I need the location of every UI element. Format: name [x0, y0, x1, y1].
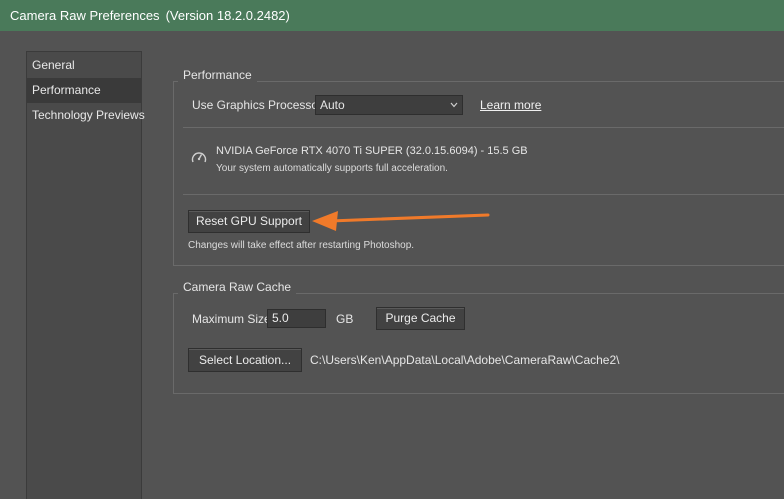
max-size-input[interactable]: 5.0 [267, 309, 326, 328]
sidebar-item-technology-previews[interactable]: Technology Previews [27, 103, 145, 128]
gpu-select[interactable]: Auto [315, 95, 463, 115]
performance-divider-top [183, 127, 784, 128]
purge-cache-button[interactable]: Purge Cache [376, 307, 465, 330]
reset-note: Changes will take effect after restartin… [188, 240, 415, 251]
cache-location-path: C:\Users\Ken\AppData\Local\Adobe\CameraR… [310, 353, 620, 367]
sidebar-item-general[interactable]: General [27, 53, 141, 78]
performance-group-title: Performance [178, 68, 257, 82]
annotation-arrow [312, 211, 490, 231]
max-size-unit: GB [336, 312, 354, 326]
max-size-label: Maximum Size: [192, 312, 275, 326]
gpu-select-value: Auto [320, 98, 345, 112]
learn-more-link[interactable]: Learn more [480, 98, 541, 112]
gpu-name: NVIDIA GeForce RTX 4070 Ti SUPER (32.0.1… [216, 145, 528, 157]
speedometer-icon [191, 152, 207, 163]
camera-raw-cache-group [173, 293, 784, 394]
gpu-label: Use Graphics Processor: [192, 98, 326, 112]
sidebar-item-performance[interactable]: Performance [27, 78, 141, 103]
select-location-button[interactable]: Select Location... [188, 348, 302, 372]
camera-raw-cache-title: Camera Raw Cache [178, 280, 297, 294]
title-bar: Camera Raw Preferences (Version 18.2.0.24… [0, 0, 784, 31]
window-version: (Version 18.2.0.2482) [165, 8, 290, 23]
gpu-status-text: Your system automatically supports full … [216, 163, 448, 174]
chevron-down-icon [450, 102, 458, 108]
performance-divider-bottom [183, 194, 784, 195]
preferences-sidebar: General Performance Technology Previews [26, 51, 145, 499]
window-title: Camera Raw Preferences [10, 8, 160, 23]
reset-gpu-support-button[interactable]: Reset GPU Support [188, 210, 310, 233]
